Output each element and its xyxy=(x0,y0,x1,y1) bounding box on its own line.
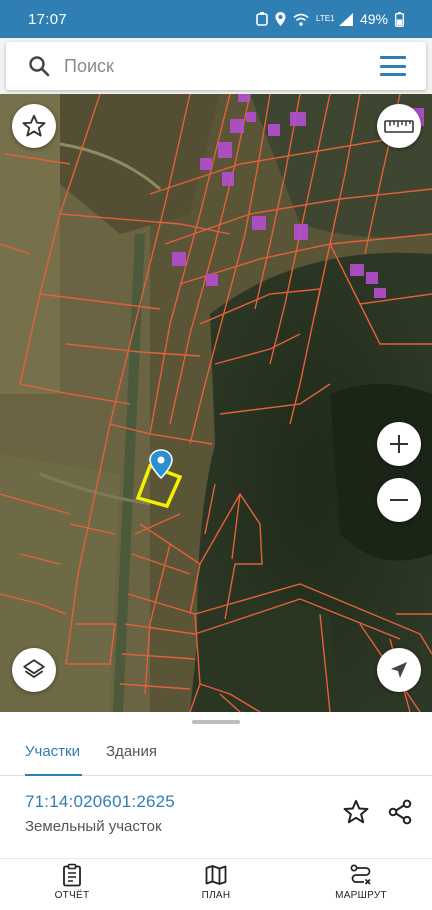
battery-icon xyxy=(395,11,404,27)
nav-route-label: МАРШРУТ xyxy=(335,890,387,901)
parcel-type: Земельный участок xyxy=(25,818,162,835)
parcel-sheet: Участки Здания 71:14:020601:2625 Земельн… xyxy=(0,712,432,858)
zoom-in-button[interactable] xyxy=(377,422,421,466)
favorite-parcel-button[interactable] xyxy=(342,798,370,826)
search-bar xyxy=(6,42,426,90)
bottom-navigation: ОТЧЁТ ПЛАН МАРШРУТ xyxy=(0,858,432,910)
status-icons: LTE1 49% xyxy=(256,11,404,27)
layers-button[interactable] xyxy=(12,648,56,692)
satellite-map xyxy=(0,94,432,712)
search-input[interactable] xyxy=(64,55,344,77)
sheet-tabs: Участки Здания xyxy=(0,728,432,776)
signal-icon xyxy=(338,12,353,26)
report-icon xyxy=(63,863,81,887)
tab-buildings[interactable]: Здания xyxy=(106,728,157,776)
navigation-arrow-icon xyxy=(391,662,407,678)
nav-report-label: ОТЧЁТ xyxy=(54,890,90,901)
notification-icon xyxy=(256,12,268,26)
network-label: LTE1 xyxy=(315,14,335,23)
tab-parcels[interactable]: Участки xyxy=(25,728,80,776)
route-icon xyxy=(350,864,371,885)
star-outline-icon xyxy=(343,799,369,824)
share-icon xyxy=(388,799,412,825)
battery-percent: 49% xyxy=(359,11,388,27)
nav-report[interactable]: ОТЧЁТ xyxy=(17,863,127,909)
location-icon xyxy=(275,12,286,26)
nav-plan[interactable]: ПЛАН xyxy=(161,863,271,909)
map-view[interactable] xyxy=(0,94,432,712)
status-time: 17:07 xyxy=(28,10,68,28)
map-plan-icon xyxy=(205,865,227,885)
parcel-cadastral-number[interactable]: 71:14:020601:2625 xyxy=(25,792,175,812)
favorites-button[interactable] xyxy=(12,104,56,148)
menu-icon[interactable] xyxy=(380,56,406,76)
star-outline-icon xyxy=(22,114,46,137)
nav-plan-label: ПЛАН xyxy=(201,890,231,901)
layers-icon xyxy=(23,659,45,678)
share-button[interactable] xyxy=(386,798,414,826)
minus-icon xyxy=(390,499,408,501)
locate-button[interactable] xyxy=(377,648,421,692)
search-header xyxy=(0,38,432,94)
ruler-icon xyxy=(384,120,414,133)
app-root: 17:07 LTE1 49% Поиск Участки Здания 71:1… xyxy=(0,0,432,910)
zoom-out-button[interactable] xyxy=(377,478,421,522)
ruler-button[interactable] xyxy=(377,104,421,148)
status-bar: 17:07 LTE1 49% xyxy=(0,0,432,38)
tab-indicator xyxy=(25,774,82,776)
nav-route[interactable]: МАРШРУТ xyxy=(306,863,416,909)
sheet-grabber[interactable] xyxy=(192,720,240,724)
search-icon xyxy=(29,56,50,77)
plus-icon xyxy=(390,435,408,453)
wifi-icon xyxy=(293,13,309,26)
